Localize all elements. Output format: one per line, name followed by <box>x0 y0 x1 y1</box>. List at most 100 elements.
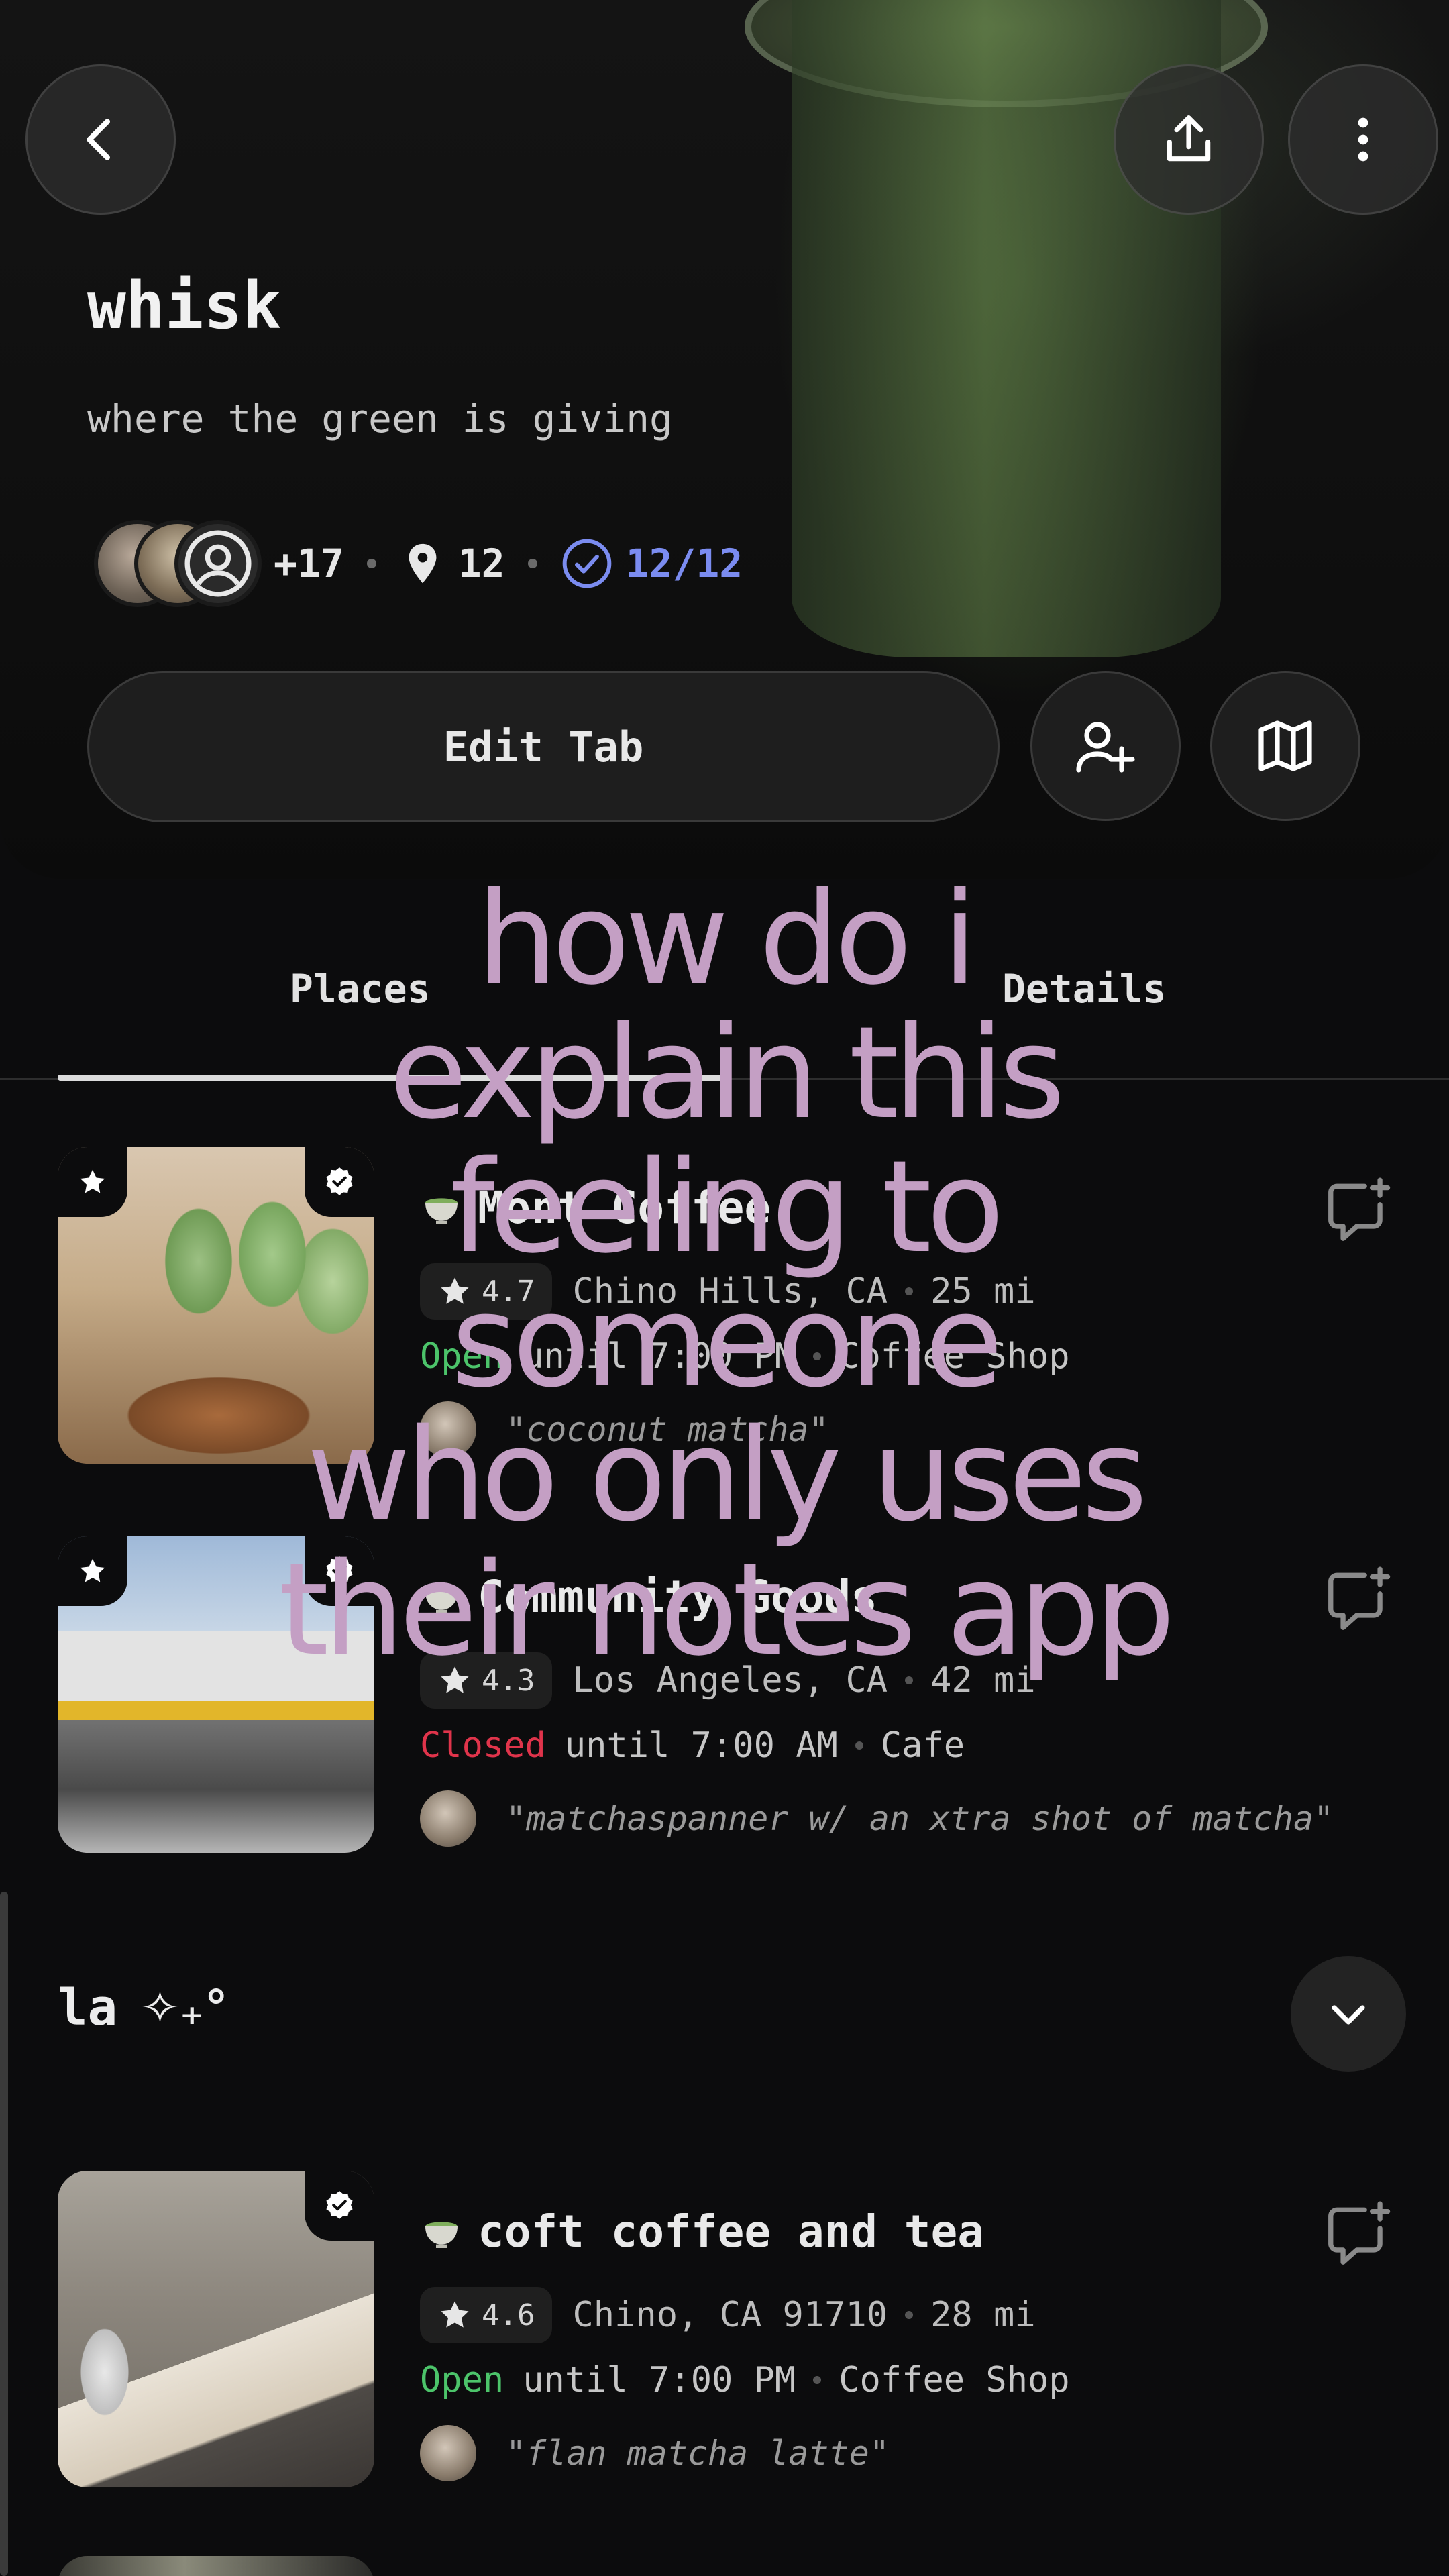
note-author-avatar <box>420 2425 476 2481</box>
rating-value: 4.7 <box>482 1274 535 1309</box>
place-note: "matchaspanner w/ an xtra shot of matcha… <box>506 1799 1334 1838</box>
star-icon <box>441 1277 469 1304</box>
map-view-button[interactable] <box>1210 671 1360 821</box>
member-avatar[interactable] <box>174 520 262 607</box>
matcha-bowl-icon <box>425 1197 458 1224</box>
place-status-row: Open until 7:00 PM Coffee Shop <box>420 2360 1070 2400</box>
add-comment-button[interactable] <box>1322 2198 1395 2274</box>
place-photo-partial[interactable] <box>58 2556 374 2576</box>
place-card[interactable]: coft coffee and tea 4.6 Chino, CA 91710 … <box>0 2171 1449 2493</box>
place-name-text: Mont Coffee <box>478 1182 771 1234</box>
place-category: Cafe <box>880 1725 965 1766</box>
tab-header: whisk where the green is giving +17 12 1… <box>0 0 1449 879</box>
place-status-row: Closed until 7:00 AM Cafe <box>420 1725 965 1766</box>
favorite-badge <box>58 1536 127 1606</box>
tab-active-indicator <box>58 1075 729 1081</box>
page-subtitle: where the green is giving <box>87 396 673 441</box>
meta-separator <box>366 559 376 568</box>
place-category: Coffee Shop <box>839 2360 1070 2400</box>
place-distance: 28 mi <box>930 2295 1036 2335</box>
add-member-button[interactable] <box>1030 671 1181 821</box>
place-note-row: "coconut matcha" <box>420 1399 829 1460</box>
check-badge-icon <box>326 2191 353 2219</box>
place-card[interactable]: Mont Coffee 4.7 Chino Hills, CA 25 mi Op… <box>0 1147 1449 1469</box>
more-vertical-icon <box>1358 117 1368 162</box>
place-hours: until 7:00 PM <box>523 2360 796 2400</box>
place-rating-row: 4.3 Los Angeles, CA 42 mi <box>420 1650 1036 1711</box>
star-icon <box>80 1169 105 1193</box>
comment-plus-icon <box>1328 1177 1391 1241</box>
note-author-avatar <box>420 1790 476 1847</box>
edit-tab-button[interactable]: Edit Tab <box>87 671 1000 822</box>
map-icon <box>1258 720 1312 771</box>
add-comment-button[interactable] <box>1322 1563 1395 1640</box>
section-title-text: la <box>58 1979 118 2037</box>
rating-pill: 4.3 <box>420 1652 553 1709</box>
star-icon <box>441 2301 469 2328</box>
caption-line: how do i <box>476 865 978 1013</box>
comment-plus-icon <box>1328 1566 1391 1630</box>
rating-value: 4.3 <box>482 1663 535 1698</box>
meta-separator <box>905 1676 914 1684</box>
place-location: Los Angeles, CA <box>572 1660 888 1701</box>
place-rating-row: 4.6 Chino, CA 91710 28 mi <box>420 2285 1036 2345</box>
visited-badge <box>305 1147 374 1217</box>
chevron-left-icon <box>87 119 110 160</box>
place-photo[interactable] <box>58 1536 374 1853</box>
share-icon <box>1167 115 1211 162</box>
tab-meta: +17 12 12/12 <box>94 520 743 607</box>
place-distance: 42 mi <box>930 1660 1036 1701</box>
place-rating-row: 4.7 Chino Hills, CA 25 mi <box>420 1261 1036 1322</box>
collapse-section-button[interactable] <box>1291 1956 1406 2072</box>
comment-plus-icon <box>1328 2201 1391 2265</box>
rating-value: 4.6 <box>482 2298 535 2332</box>
chevron-down-icon <box>1332 2005 1365 2025</box>
meta-separator <box>905 1287 914 1295</box>
caption-line: explain this <box>388 999 1065 1147</box>
closed-status: Closed <box>420 1725 546 1766</box>
place-name[interactable]: Community Goods <box>420 1571 877 1623</box>
meta-separator <box>813 2376 822 2384</box>
place-name[interactable]: Mont Coffee <box>420 1182 771 1234</box>
back-button[interactable] <box>25 64 176 215</box>
star-icon <box>441 1666 469 1693</box>
meta-separator <box>527 559 537 568</box>
add-comment-button[interactable] <box>1322 1174 1395 1250</box>
place-distance: 25 mi <box>930 1271 1036 1311</box>
place-note-row: "flan matcha latte" <box>420 2423 890 2483</box>
check-circle-icon <box>562 539 611 588</box>
open-status: Open <box>420 2360 504 2400</box>
place-hours: until 7:00 PM <box>523 1336 796 1377</box>
place-photo[interactable] <box>58 2171 374 2487</box>
place-name-text: Community Goods <box>478 1571 878 1623</box>
check-badge-icon <box>326 1556 353 1585</box>
matcha-bowl-icon <box>425 1587 458 1613</box>
favorite-badge <box>58 1147 127 1217</box>
place-name-text: coft coffee and tea <box>478 2206 984 2257</box>
place-card[interactable]: Community Goods 4.3 Los Angeles, CA 42 m… <box>0 1536 1449 1858</box>
meta-separator <box>813 1352 822 1360</box>
meta-separator <box>855 1741 863 1750</box>
sparkle-decoration: ✧₊° <box>140 1980 228 2035</box>
place-note: "coconut matcha" <box>506 1410 829 1449</box>
place-category: Coffee Shop <box>839 1336 1070 1377</box>
tab-details[interactable]: Details <box>1002 966 1166 1012</box>
map-pin-icon <box>409 543 437 584</box>
user-circle-icon <box>184 530 252 597</box>
verified-count: 12/12 <box>625 541 743 586</box>
page-title: whisk <box>87 268 281 343</box>
member-count[interactable]: +17 <box>274 541 344 586</box>
more-options-button[interactable] <box>1288 64 1438 215</box>
place-name[interactable]: coft coffee and tea <box>420 2206 984 2257</box>
visited-badge <box>305 2171 374 2241</box>
rating-pill: 4.7 <box>420 1263 553 1320</box>
place-location: Chino Hills, CA <box>572 1271 888 1311</box>
matcha-bowl-icon <box>425 2221 458 2248</box>
rating-pill: 4.6 <box>420 2287 553 2343</box>
place-photo[interactable] <box>58 1147 374 1464</box>
tab-places[interactable]: Places <box>290 966 431 1012</box>
place-location: Chino, CA 91710 <box>572 2295 888 2335</box>
place-hours: until 7:00 AM <box>564 1725 838 1766</box>
check-badge-icon <box>326 1167 353 1195</box>
share-button[interactable] <box>1114 64 1264 215</box>
